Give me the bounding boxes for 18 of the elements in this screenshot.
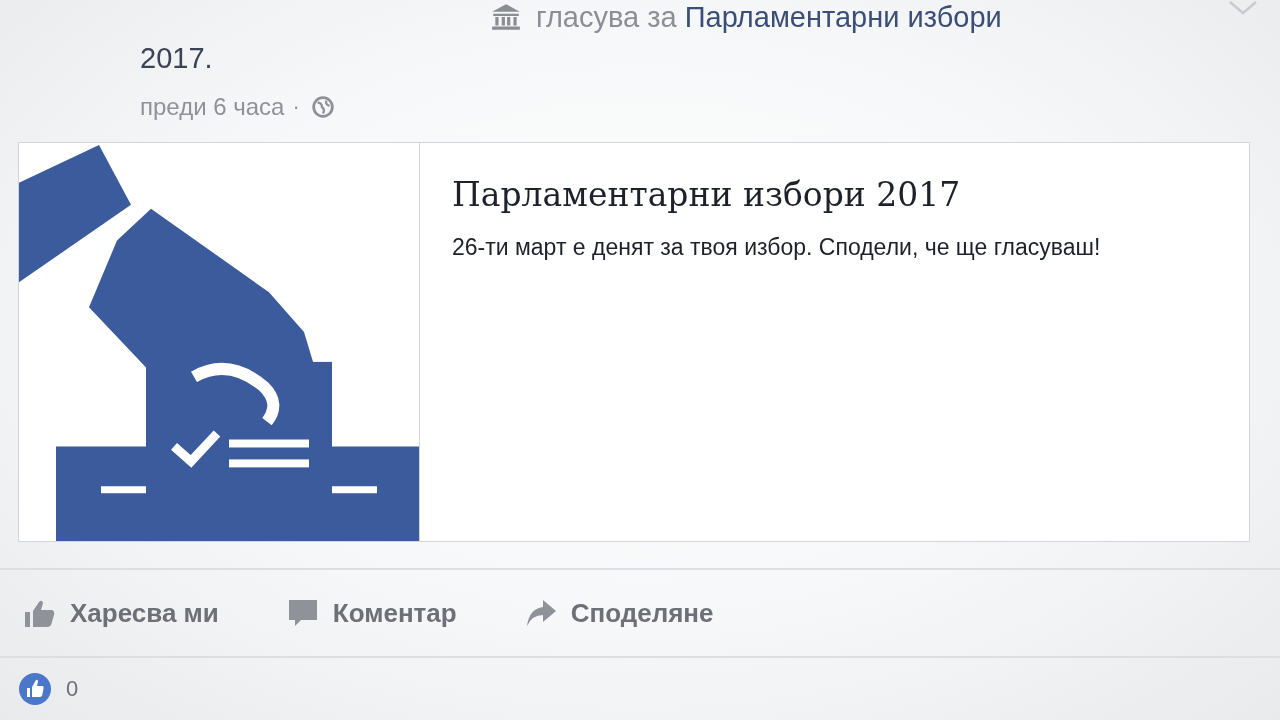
thumbs-up-icon: [24, 598, 56, 628]
globe-icon: [311, 96, 334, 118]
activity-text: 2017.: [139, 41, 214, 76]
reaction-count[interactable]: 0: [66, 676, 79, 702]
activity-text: гласува за Парламентарни избори: [536, 0, 1002, 34]
institution-icon: [490, 3, 522, 31]
link-description: 26-ти март е денят за твоя избор. Сподели, че ще гласуваш!: [452, 233, 1101, 262]
link-title[interactable]: Парламентарни избори 2017: [452, 173, 1101, 217]
share-arrow-icon: [524, 598, 557, 628]
separator: ·: [292, 94, 300, 120]
post-time[interactable]: преди 6 часа: [140, 93, 285, 121]
comment-button[interactable]: Коментар: [280, 593, 463, 633]
link-card[interactable]: Парламентарни избори 2017 26-ти март е денят за твоя избор. Сподели, че ще гласуваш!: [18, 142, 1250, 542]
like-reaction-icon: [18, 672, 52, 706]
comment-icon: [286, 598, 319, 628]
chevron-down-icon[interactable]: [1228, 0, 1258, 16]
share-button[interactable]: Споделяне: [518, 593, 720, 633]
like-button[interactable]: Харесва ми: [18, 593, 225, 633]
